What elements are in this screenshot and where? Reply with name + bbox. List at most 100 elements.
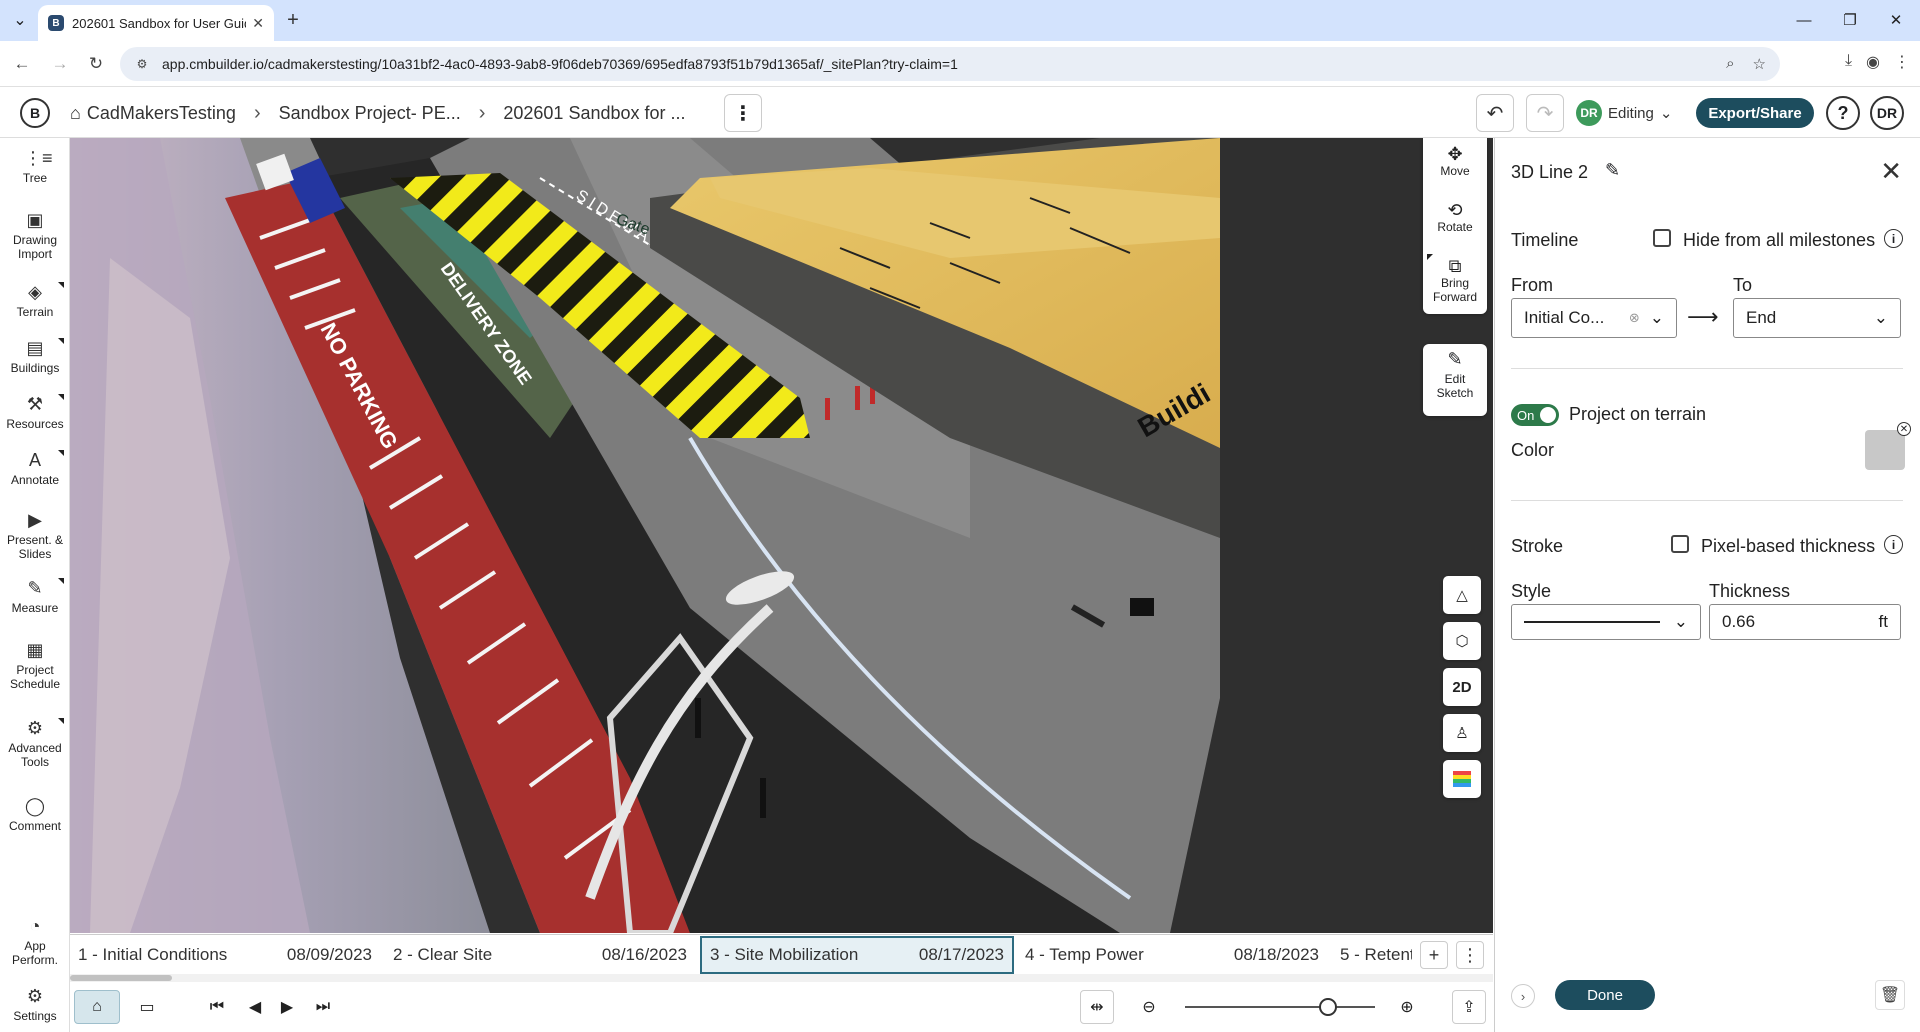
thickness-input[interactable]: 0.66 ft (1709, 604, 1901, 640)
thickness-value: 0.66 (1722, 612, 1756, 631)
drawing-import-button[interactable]: ▣ Drawing Import (0, 210, 70, 261)
annotate-button[interactable]: A Annotate (0, 450, 70, 487)
redo-button[interactable]: ↷ (1526, 94, 1564, 132)
chevron-right-icon: › (478, 101, 486, 124)
play-icon[interactable]: ▶ (270, 990, 304, 1024)
info-icon[interactable]: i (1884, 229, 1903, 248)
presentation-view-button[interactable]: ▭ (130, 990, 164, 1024)
thickness-unit: ft (1878, 612, 1888, 631)
close-panel-icon[interactable]: ✕ (1880, 156, 1902, 187)
previous-milestone-icon[interactable]: ◀ (238, 990, 272, 1024)
timeline-scrollbar[interactable] (70, 974, 1493, 982)
milestone-5[interactable]: 5 - Retent (1332, 936, 1412, 974)
tab-close-icon[interactable]: ✕ (252, 15, 264, 32)
app-logo[interactable]: B (20, 98, 50, 128)
move-tool[interactable]: ✥ Move (1423, 138, 1487, 194)
site-info-icon[interactable]: ⚙ (134, 56, 150, 72)
window-close-icon[interactable]: ✕ (1876, 8, 1916, 32)
new-tab-icon[interactable]: + (282, 9, 304, 31)
add-milestone-button[interactable]: + (1420, 941, 1448, 969)
milestone-2[interactable]: 2 - Clear Site 08/16/2023 (385, 936, 695, 974)
help-button[interactable]: ? (1826, 96, 1860, 130)
profile-icon[interactable]: ◉ (1866, 52, 1880, 72)
bring-forward-tool[interactable]: ⧉ Bring Forward (1423, 250, 1487, 314)
restore-icon[interactable]: ❐ (1830, 8, 1870, 32)
fit-timeline-icon[interactable]: ⇹ (1080, 990, 1114, 1024)
browser-tab[interactable]: B 202601 Sandbox for User Guide ✕ (38, 5, 274, 41)
view-cube-button[interactable]: ⬡ (1443, 622, 1481, 660)
color-swatch[interactable] (1865, 430, 1905, 470)
terrain-button[interactable]: ◈ Terrain (0, 282, 70, 319)
present-slides-button[interactable]: ▶ Present. & Slides (0, 510, 70, 561)
timeline-menu-button[interactable]: ⋮ (1456, 941, 1484, 969)
street-view-button[interactable]: ♙ (1443, 714, 1481, 752)
solid-line-icon (1524, 621, 1660, 623)
to-milestone-select[interactable]: End ⌄ (1733, 298, 1901, 338)
move-icon: ✥ (1447, 144, 1463, 164)
stroke-style-select[interactable]: ⌄ (1511, 604, 1701, 640)
bookmark-star-icon[interactable]: ☆ (1753, 55, 1766, 73)
3d-viewport[interactable]: NO PARKING DELIVERY ZONE SIDEWALK CLOSED (70, 138, 1493, 933)
project-terrain-toggle[interactable]: On (1511, 404, 1559, 426)
comment-button[interactable]: ◯ Comment (0, 796, 70, 833)
milestone-1[interactable]: 1 - Initial Conditions 08/09/2023 (70, 936, 380, 974)
pixel-thickness-checkbox[interactable] (1671, 535, 1689, 553)
zoom-slider-handle[interactable] (1318, 998, 1337, 1016)
avatar[interactable]: DR (1870, 96, 1904, 130)
tree-button[interactable]: ⋮≡ Tree (0, 148, 70, 185)
from-value: Initial Co... (1524, 308, 1605, 327)
resources-button[interactable]: ⚒ Resources (0, 394, 70, 431)
breadcrumb-org[interactable]: CadMakersTesting (87, 103, 236, 124)
app-performance-button[interactable]: ◔ App Perform. (0, 916, 70, 967)
export-share-button[interactable]: Export/Share (1696, 98, 1814, 128)
browser-menu-icon[interactable]: ⋮ (1894, 52, 1910, 72)
tab-search-icon[interactable]: ⌄ (8, 8, 32, 32)
more-menu-button[interactable]: ⋮ (724, 94, 762, 132)
clear-icon[interactable]: ⊗ (1629, 310, 1640, 326)
scrollbar-thumb[interactable] (70, 975, 172, 981)
rename-pencil-icon[interactable]: ✎ (1605, 160, 1620, 181)
delete-trash-icon[interactable]: 🗑 (1875, 980, 1905, 1010)
site-scene: NO PARKING DELIVERY ZONE SIDEWALK CLOSED (70, 138, 1493, 933)
hide-milestones-checkbox[interactable] (1653, 229, 1671, 247)
reload-icon[interactable]: ↻ (84, 52, 108, 76)
clear-color-icon[interactable]: ✕ (1897, 422, 1911, 436)
expand-panel-icon[interactable]: › (1511, 984, 1535, 1008)
advanced-tools-button[interactable]: ⚙ Advanced Tools (0, 718, 70, 769)
zoom-in-icon[interactable]: ⊕ (1390, 990, 1424, 1024)
rotate-tool[interactable]: ⟲ Rotate (1423, 194, 1487, 250)
download-icon[interactable]: ⤓ (1845, 52, 1852, 72)
first-milestone-icon[interactable]: ⏮ (200, 990, 234, 1024)
slides-label: Slides (18, 547, 52, 561)
timeline-zoom-slider[interactable] (1185, 1006, 1375, 1008)
home-icon[interactable]: ⌂ (70, 103, 81, 124)
done-button[interactable]: Done (1555, 980, 1655, 1010)
zoom-icon[interactable]: ⌕ (1726, 55, 1734, 73)
buildings-button[interactable]: ▤ Buildings (0, 338, 70, 375)
milestone-3[interactable]: 3 - Site Mobilization 08/17/2023 (700, 936, 1014, 974)
zoom-out-icon[interactable]: ⊖ (1132, 990, 1166, 1024)
export-timeline-icon[interactable]: ⇪ (1452, 990, 1486, 1024)
measure-button[interactable]: ✎ Measure (0, 578, 70, 615)
address-bar[interactable]: ⚙ app.cmbuilder.io/cadmakerstesting/10a3… (120, 47, 1780, 81)
edit-sketch-tool[interactable]: ✎ Edit Sketch (1423, 344, 1487, 416)
milestone-4[interactable]: 4 - Temp Power 08/18/2023 (1017, 936, 1327, 974)
breadcrumb-plan[interactable]: 202601 Sandbox for ... (503, 103, 685, 124)
from-milestone-select[interactable]: Initial Co... ⊗ ⌄ (1511, 298, 1677, 338)
minimize-icon[interactable]: — (1784, 8, 1824, 32)
breadcrumb-project[interactable]: Sandbox Project- PE... (279, 103, 461, 124)
settings-button[interactable]: ⚙ Settings (0, 986, 70, 1023)
north-arrow-button[interactable]: △ (1443, 576, 1481, 614)
site-view-button[interactable]: ⌂ (74, 990, 120, 1024)
view-2d-button[interactable]: 2D (1443, 668, 1481, 706)
back-icon[interactable]: ← (10, 52, 34, 76)
last-milestone-icon[interactable]: ⏭ (306, 990, 340, 1024)
to-value: End (1746, 308, 1777, 327)
editing-mode-dropdown[interactable]: DR Editing ⌄ (1576, 98, 1672, 128)
forward-icon[interactable]: → (48, 52, 72, 76)
undo-button[interactable]: ↶ (1476, 94, 1514, 132)
info-icon[interactable]: i (1884, 535, 1903, 554)
bring-label: Bring (1440, 276, 1469, 290)
project-schedule-button[interactable]: ▦ Project Schedule (0, 640, 70, 691)
layers-color-button[interactable] (1443, 760, 1481, 798)
